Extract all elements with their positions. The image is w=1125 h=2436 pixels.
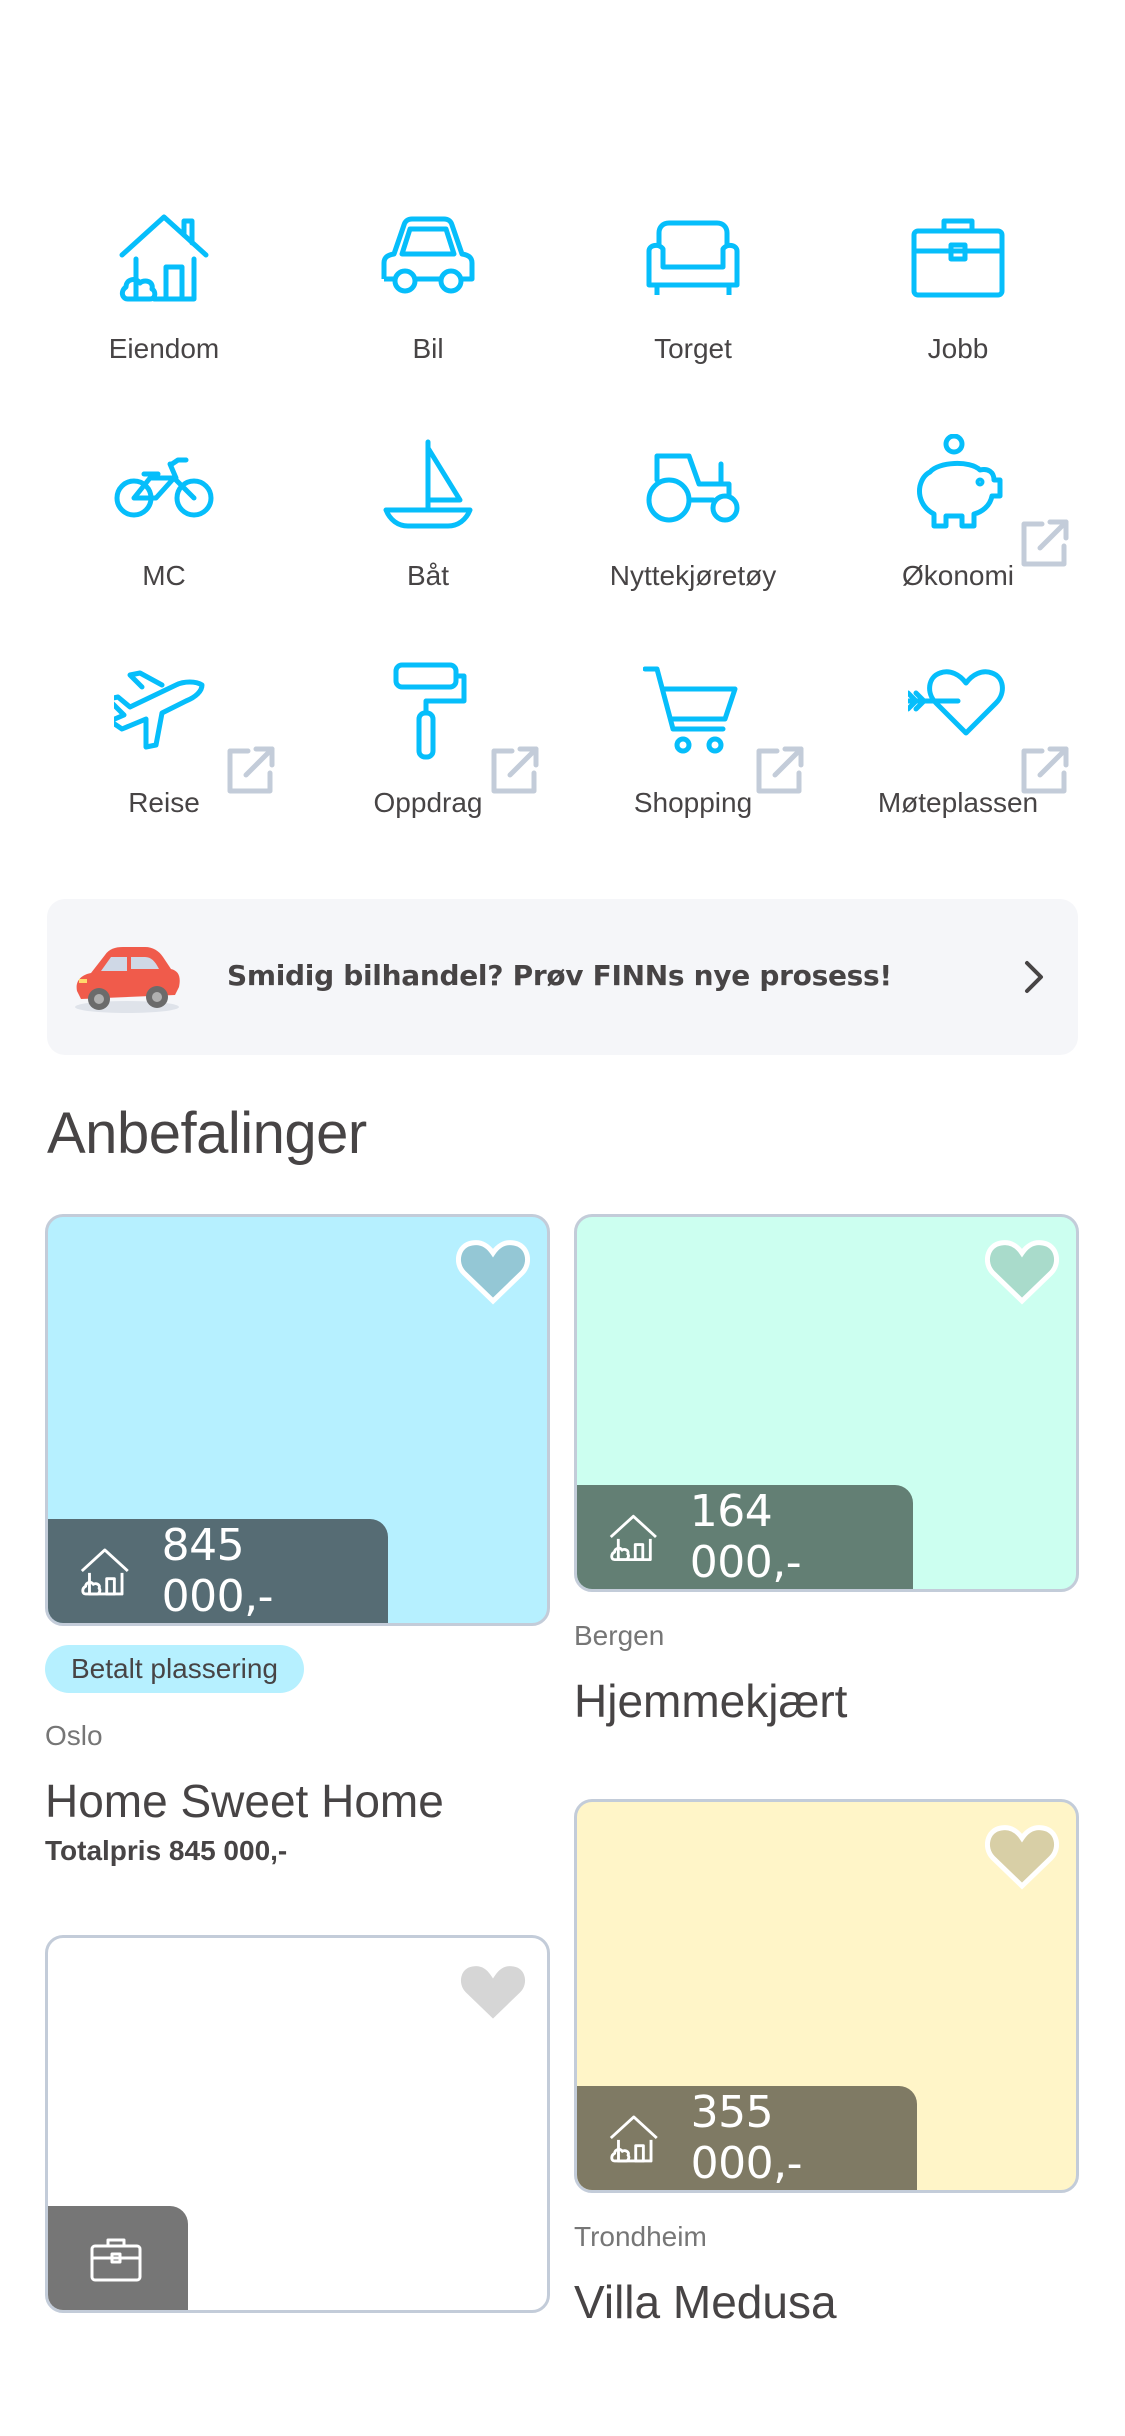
category-torget[interactable]: Torget	[561, 207, 825, 407]
banner-text: Smidig bilhandel? Prøv FINNs nye prosess…	[227, 959, 892, 992]
ad-image[interactable]: 845 000,-	[45, 1214, 550, 1626]
price-value: 164 000,-	[689, 1486, 802, 1588]
house-outline-icon	[80, 1548, 129, 1596]
chevron-right-icon	[1025, 961, 1043, 993]
red-car-illustration	[75, 947, 180, 1013]
price-tag: 164 000,-	[577, 1485, 913, 1589]
ad-title: Home Sweet Home	[45, 1775, 444, 1827]
tractor-icon	[646, 453, 740, 523]
ad-total-price: Totalpris 845 000,-	[45, 1835, 288, 1866]
category-label: Reise	[128, 787, 200, 818]
category-bat[interactable]: Båt	[296, 434, 560, 634]
job-tag	[48, 2206, 188, 2310]
category-label: Torget	[654, 333, 732, 364]
ad-title: Hjemmekjært	[574, 1675, 848, 1727]
ad-image[interactable]	[45, 1935, 550, 2313]
promo-banner[interactable]: Smidig bilhandel? Prøv FINNs nye prosess…	[47, 899, 1078, 1055]
category-label: Shopping	[633, 787, 753, 818]
sailboat-icon	[383, 439, 473, 529]
car-icon	[381, 216, 475, 294]
house-outline-icon	[609, 2115, 658, 2163]
ad-location: Trondheim	[574, 2221, 707, 2252]
category-eiendom[interactable]: Eiendom	[32, 207, 296, 407]
category-label: Nyttekjøretøy	[609, 560, 777, 591]
briefcase-icon	[90, 2238, 142, 2282]
sofa-icon	[646, 220, 740, 295]
ad-location: Oslo	[45, 1720, 103, 1751]
category-label: Eiendom	[108, 333, 220, 364]
category-label: Båt	[406, 560, 450, 591]
paint-roller-icon	[393, 662, 467, 760]
airplane-icon	[114, 670, 205, 750]
category-mc[interactable]: MC	[32, 434, 296, 634]
category-okonomi[interactable]: Økonomi	[826, 434, 1090, 634]
category-reise[interactable]: Reise	[32, 661, 296, 861]
piggy-bank-icon	[917, 434, 1003, 529]
category-label: Møteplassen	[877, 787, 1039, 818]
category-moteplassen[interactable]: Møteplassen	[826, 661, 1090, 861]
briefcase-icon	[911, 218, 1005, 298]
paid-placement-badge: Betalt plassering	[45, 1645, 305, 1693]
house-outline-icon	[609, 1514, 657, 1562]
shopping-cart-icon	[643, 666, 738, 754]
section-title: Anbefalinger	[47, 1101, 367, 1166]
category-label: MC	[142, 560, 186, 591]
price-value: 355 000,-	[690, 2087, 803, 2189]
ad-image[interactable]: 355 000,-	[574, 1799, 1079, 2193]
category-shopping[interactable]: Shopping	[561, 661, 825, 861]
ad-image[interactable]: 164 000,-	[574, 1214, 1079, 1592]
favorite-heart-icon[interactable]	[456, 1239, 530, 1305]
price-tag: 845 000,-	[48, 1519, 388, 1623]
price-tag: 355 000,-	[577, 2086, 917, 2190]
category-bil[interactable]: Bil	[296, 207, 560, 407]
house-icon	[119, 214, 209, 302]
heart-arrow-icon	[908, 669, 1005, 736]
category-oppdrag[interactable]: Oppdrag	[296, 661, 560, 861]
ad-location: Bergen	[574, 1620, 665, 1651]
motorcycle-icon	[114, 457, 214, 518]
category-label: Jobb	[927, 333, 989, 364]
ad-title: Villa Medusa	[574, 2276, 837, 2328]
category-nyttekjoretoy[interactable]: Nyttekjøretøy	[561, 434, 825, 634]
category-label: Økonomi	[901, 560, 1015, 591]
favorite-heart-icon[interactable]	[456, 1960, 530, 2026]
category-label: Bil	[412, 333, 444, 364]
price-value: 845 000,-	[161, 1520, 274, 1622]
category-jobb[interactable]: Jobb	[826, 207, 1090, 407]
favorite-heart-icon[interactable]	[985, 1824, 1059, 1890]
favorite-heart-icon[interactable]	[985, 1239, 1059, 1305]
category-label: Oppdrag	[373, 787, 483, 818]
